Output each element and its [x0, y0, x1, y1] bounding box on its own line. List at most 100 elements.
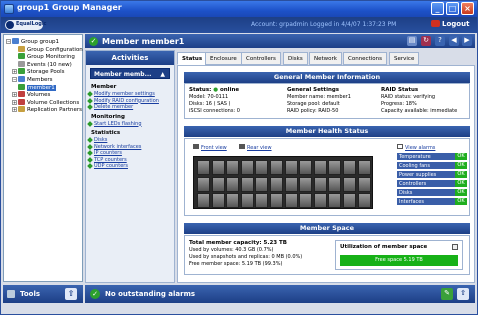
tree-item[interactable]: − Group group1	[6, 38, 59, 45]
disk-drive[interactable]	[197, 176, 210, 192]
disk-drive[interactable]	[270, 193, 283, 208]
disk-drive[interactable]	[255, 193, 269, 208]
close-button[interactable]: ×	[461, 2, 474, 15]
view-alarms-link[interactable]: View alarms	[397, 144, 435, 151]
disk-drive[interactable]	[211, 160, 225, 175]
activity-link[interactable]: Start LEDs flashing	[94, 121, 142, 127]
utilization-title: Utilization of member space	[340, 244, 428, 250]
disk-drive[interactable]	[313, 176, 327, 192]
disk-drive[interactable]	[328, 176, 342, 192]
activity-link[interactable]: TCP counters	[94, 157, 127, 163]
chart-toggle-icon[interactable]	[452, 244, 458, 250]
disk-drive[interactable]	[226, 160, 240, 175]
disk-drive[interactable]	[299, 193, 313, 208]
disk-drive[interactable]	[270, 176, 283, 192]
activity-link[interactable]: Modify RAID configuration	[94, 98, 159, 104]
activity-link[interactable]: Network interfaces	[94, 144, 141, 150]
disk-drive[interactable]	[197, 193, 210, 208]
tab-network[interactable]: Network	[309, 52, 342, 65]
refresh-icon[interactable]: ↻	[421, 36, 431, 46]
tree-item[interactable]: + Replication Partners	[12, 106, 82, 113]
disk-drive[interactable]	[255, 160, 269, 175]
disk-drive[interactable]	[270, 160, 283, 175]
tree-expander-icon[interactable]: −	[12, 77, 17, 82]
activity-link[interactable]: IP counters	[94, 150, 122, 156]
member-box[interactable]: Member memb... ▲	[90, 68, 170, 79]
rear-view-link[interactable]: Rear view	[239, 144, 272, 151]
tree-expander-icon[interactable]: +	[12, 107, 17, 113]
activity-link[interactable]: Modify member settings	[94, 91, 155, 97]
help-icon[interactable]: ?	[435, 36, 445, 46]
tree-item[interactable]: member1	[18, 83, 56, 91]
tree-node-icon	[12, 38, 19, 44]
health-status-row: Power supplies OK	[397, 171, 467, 179]
disk-drive[interactable]	[226, 193, 240, 208]
disk-drive[interactable]	[197, 160, 210, 175]
disk-drive[interactable]	[328, 160, 342, 175]
tools-panel[interactable]: Tools ⇧	[3, 285, 83, 303]
tab-connections[interactable]: Connections	[343, 52, 387, 65]
tab-service[interactable]: Service	[389, 52, 420, 65]
disk-drive[interactable]	[211, 176, 225, 192]
save-icon[interactable]: ▤	[407, 36, 417, 46]
disk-drive[interactable]	[343, 193, 356, 208]
maximize-button[interactable]: □	[446, 2, 459, 15]
tree-expander-icon[interactable]: +	[12, 92, 17, 98]
disk-drive[interactable]	[343, 160, 356, 175]
activity-link[interactable]: Disks	[94, 137, 107, 143]
front-view-link[interactable]: Front view	[193, 144, 227, 151]
tree-item[interactable]: + Volume Collections	[12, 98, 79, 106]
equallogic-logo: EqualLogic	[5, 20, 47, 30]
tree-item-label: Group group1	[21, 39, 59, 45]
tree-item[interactable]: + Volumes	[12, 91, 50, 98]
disk-drive[interactable]	[240, 176, 254, 192]
health-status-row: Interfaces OK	[397, 198, 467, 206]
back-icon[interactable]: ◀	[449, 36, 459, 46]
disk-drive[interactable]	[255, 176, 269, 192]
tools-expand-button[interactable]: ⇧	[65, 288, 77, 300]
disk-drive[interactable]	[240, 193, 254, 208]
activities-section-title: Statistics	[91, 130, 121, 136]
activity-link[interactable]: Delete member	[94, 104, 133, 110]
tree-expander-icon[interactable]: +	[12, 69, 17, 75]
disk-drive[interactable]	[211, 193, 225, 208]
tree-item[interactable]: − Members	[12, 76, 53, 83]
tree-item[interactable]: Group Configuration	[18, 45, 83, 53]
disk-drive[interactable]	[240, 160, 254, 175]
minimize-button[interactable]: _	[431, 2, 444, 15]
alarms-icon	[397, 144, 403, 149]
health-ok-badge: OK	[455, 171, 467, 178]
disk-drive[interactable]	[284, 160, 298, 175]
disk-drive[interactable]	[313, 160, 327, 175]
tree-node-icon	[18, 68, 25, 75]
tab-status[interactable]: Status	[177, 52, 208, 65]
alarms-expand-button[interactable]: ⇧	[457, 288, 469, 300]
tree-item[interactable]: Group Monitoring	[18, 53, 75, 60]
activity-link[interactable]: UDP counters	[94, 163, 128, 169]
alarm-status-icon[interactable]: ✎	[441, 288, 453, 300]
tree-item[interactable]: Events (10 new)	[18, 60, 72, 68]
forward-icon[interactable]: ▶	[462, 36, 472, 46]
disk-drive[interactable]	[226, 176, 240, 192]
tab-enclosure[interactable]: Enclosure	[205, 52, 242, 65]
tab-disks[interactable]: Disks	[283, 52, 308, 65]
tree-node-icon	[18, 45, 25, 52]
navigation-tree: − Group group1 Group Configuration Group Mo…	[3, 34, 83, 282]
disk-drive[interactable]	[357, 176, 371, 192]
disk-drive[interactable]	[313, 193, 327, 208]
title-bar[interactable]: group1 Group Manager _ □ ×	[1, 1, 477, 17]
tree-item[interactable]: + Storage Pools	[12, 68, 65, 75]
disk-drive[interactable]	[284, 176, 298, 192]
logout-button[interactable]: Logout	[431, 20, 469, 28]
tree-expander-icon[interactable]: +	[12, 99, 17, 105]
account-info: Account: grpadmin Logged in 4/4/07 1:37:…	[251, 21, 397, 28]
disk-drive[interactable]	[328, 193, 342, 208]
disk-drive[interactable]	[357, 193, 371, 208]
disk-drive[interactable]	[343, 176, 356, 192]
tree-expander-icon[interactable]: −	[6, 39, 11, 44]
disk-drive[interactable]	[357, 160, 371, 175]
disk-drive[interactable]	[299, 160, 313, 175]
disk-drive[interactable]	[299, 176, 313, 192]
tab-controllers[interactable]: Controllers	[241, 52, 281, 65]
disk-drive[interactable]	[284, 193, 298, 208]
